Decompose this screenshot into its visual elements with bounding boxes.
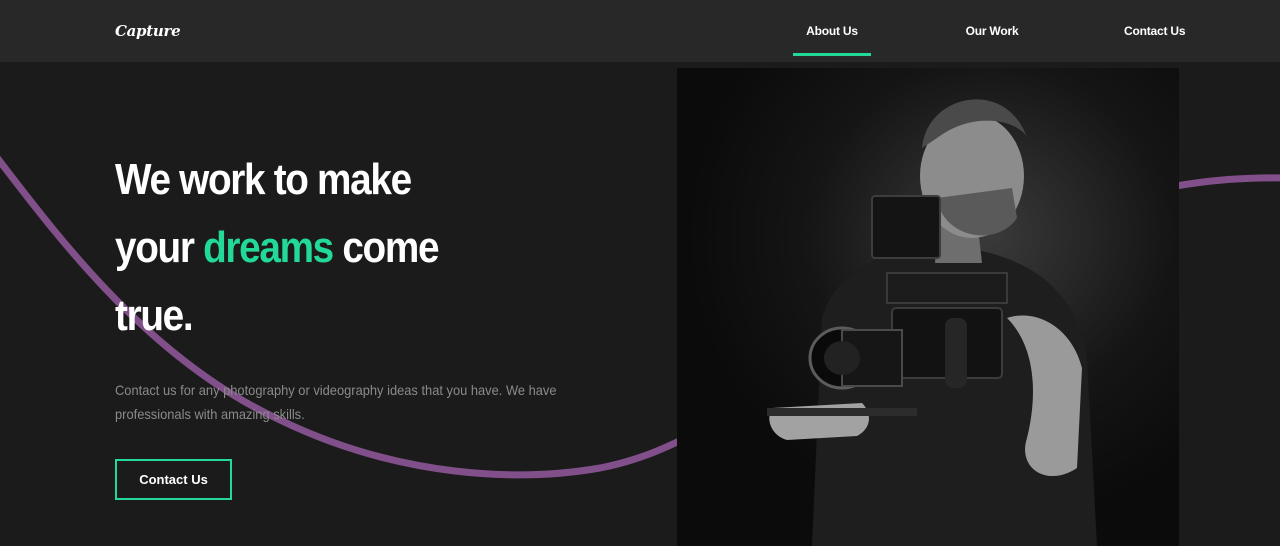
hero-description: Contact us for any photography or videog… bbox=[115, 382, 557, 422]
landing-page: Capture About Us Our Work Contact Us We … bbox=[0, 0, 1280, 546]
nav-links: About Us Our Work Contact Us bbox=[0, 0, 1280, 62]
nav-link-contact-us[interactable]: Contact Us bbox=[1124, 24, 1186, 38]
hero-headline-line-2-end: come bbox=[332, 223, 439, 272]
hero-headline: We work to make your dreams come true. bbox=[115, 146, 485, 350]
top-navigation-bar: Capture About Us Our Work Contact Us bbox=[0, 0, 1280, 62]
photographer-illustration bbox=[677, 68, 1179, 546]
hero-photo-photographer bbox=[677, 68, 1179, 546]
nav-link-our-work[interactable]: Our Work bbox=[960, 24, 1024, 38]
active-nav-indicator bbox=[793, 53, 871, 56]
hero-headline-line-3: true. bbox=[115, 291, 194, 340]
hero-headline-line-2-start: your bbox=[115, 223, 204, 272]
hero-headline-highlight: dreams bbox=[203, 223, 334, 272]
nav-link-about-us[interactable]: About Us bbox=[793, 24, 871, 38]
contact-us-button[interactable]: Contact Us bbox=[115, 459, 232, 500]
hero-headline-line-1: We work to make bbox=[115, 155, 412, 204]
